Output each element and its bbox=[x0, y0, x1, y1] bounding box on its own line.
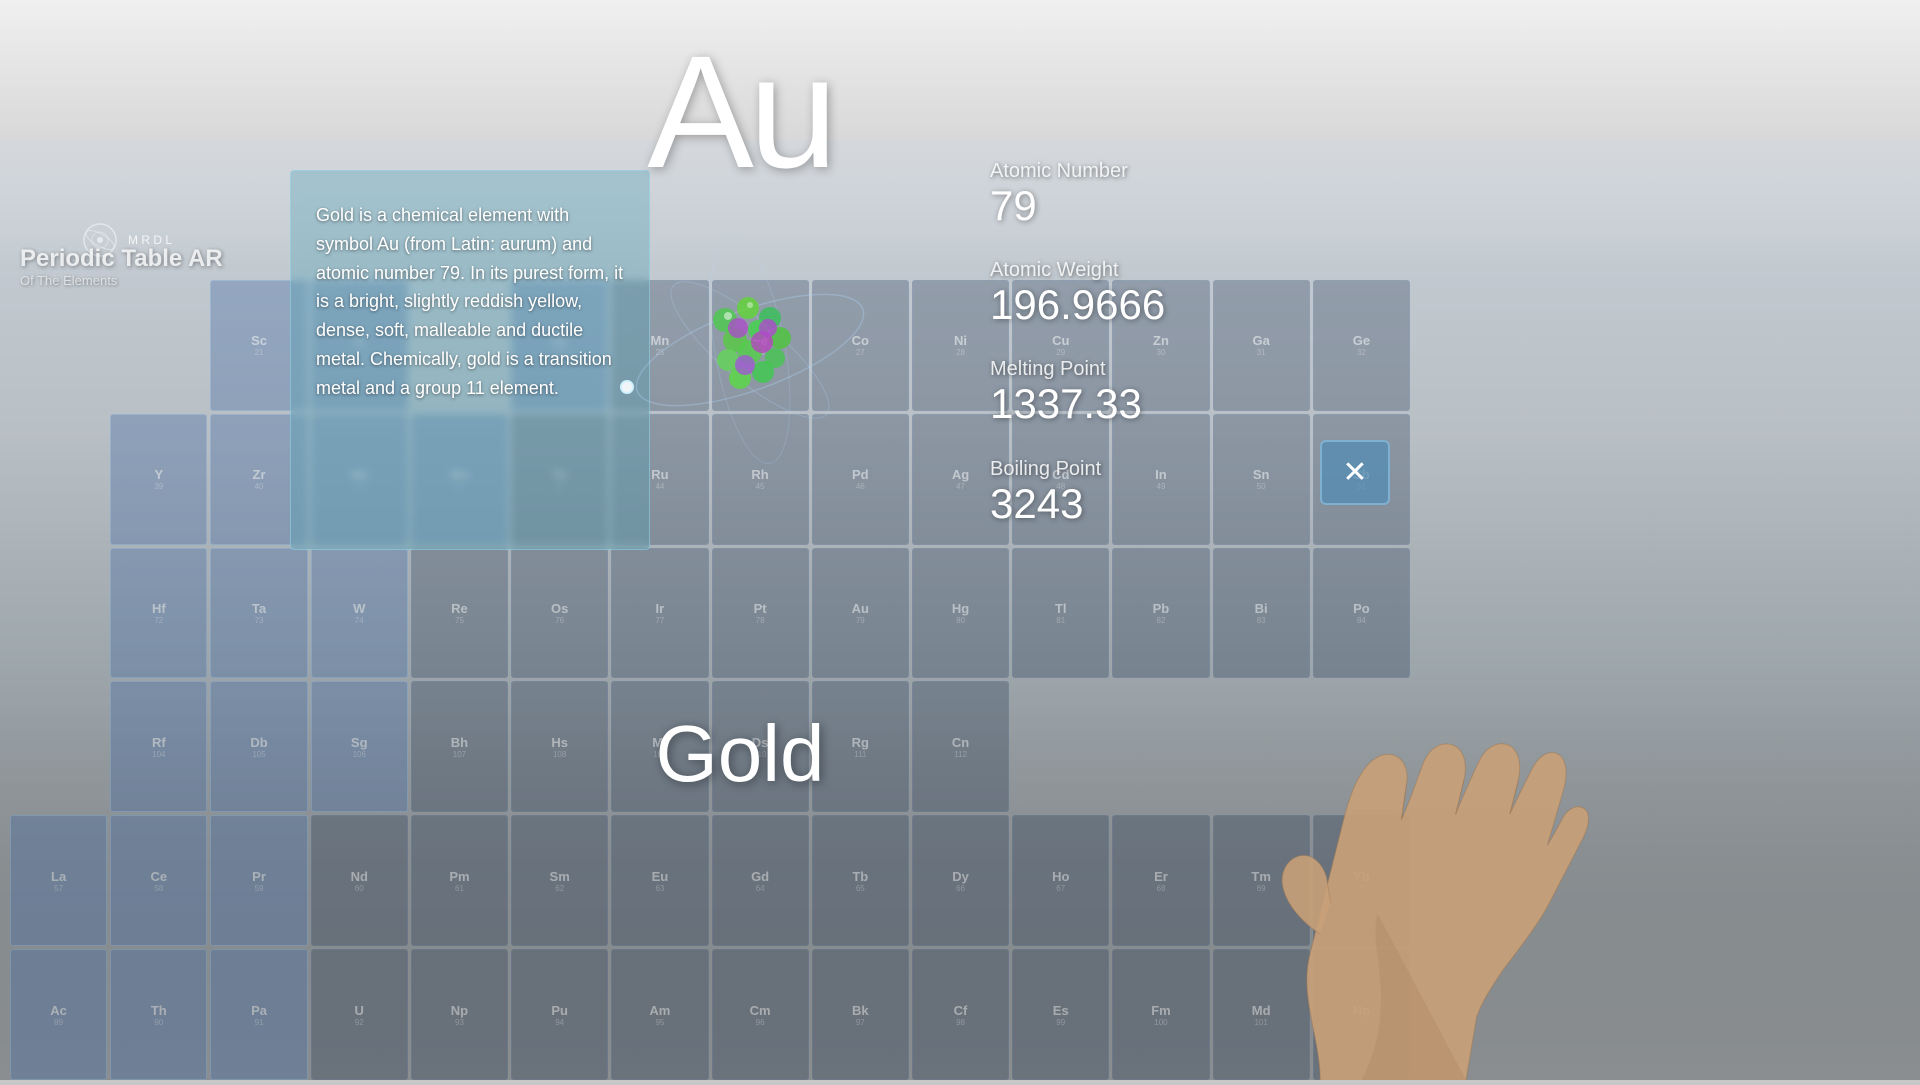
bg-cell: Th90 bbox=[110, 949, 207, 1080]
bg-cell: Hf72 bbox=[110, 548, 207, 679]
description-panel: Gold is a chemical element with symbol A… bbox=[290, 170, 650, 550]
bg-cell: Pm61 bbox=[411, 815, 508, 946]
periodic-table-title: Periodic Table AR bbox=[20, 245, 223, 273]
bg-cell: Er68 bbox=[1112, 815, 1209, 946]
boiling-point-stat: Boiling Point 3243 bbox=[990, 458, 1270, 527]
bg-cell: Hs108 bbox=[511, 681, 608, 812]
bg-cell bbox=[10, 681, 107, 812]
ar-overlay: Au Gold is a chemical element with symbo… bbox=[290, 100, 1190, 600]
bg-cell: Cf98 bbox=[912, 949, 1009, 1080]
orbital-svg bbox=[620, 220, 880, 480]
bg-cell: Ac89 bbox=[10, 949, 107, 1080]
boiling-point-label: Boiling Point bbox=[990, 458, 1270, 481]
atom-model bbox=[640, 240, 890, 490]
bg-cell: Y39 bbox=[110, 414, 207, 545]
bg-cell: Fm100 bbox=[1112, 949, 1209, 1080]
melting-point-stat: Melting Point 1337.33 bbox=[990, 358, 1270, 427]
bg-cell: Eu63 bbox=[611, 815, 708, 946]
bg-cell: La57 bbox=[10, 815, 107, 946]
bg-cell bbox=[110, 280, 207, 411]
hand-svg bbox=[1240, 580, 1640, 1080]
bg-cell bbox=[10, 548, 107, 679]
element-name: Gold bbox=[656, 708, 825, 800]
element-symbol: Au bbox=[647, 20, 833, 204]
atomic-number-stat: Atomic Number 79 bbox=[990, 160, 1270, 229]
bg-cell bbox=[10, 414, 107, 545]
bg-cell: Db105 bbox=[210, 681, 307, 812]
bg-cell: Cm96 bbox=[712, 949, 809, 1080]
element-description: Gold is a chemical element with symbol A… bbox=[316, 201, 624, 403]
bg-cell: Np93 bbox=[411, 949, 508, 1080]
melting-point-label: Melting Point bbox=[990, 358, 1270, 381]
atomic-weight-label: Atomic Weight bbox=[990, 259, 1270, 282]
stats-panel: Atomic Number 79 Atomic Weight 196.9666 … bbox=[990, 160, 1270, 557]
bg-cell: Bk97 bbox=[812, 949, 909, 1080]
melting-point-value: 1337.33 bbox=[990, 381, 1270, 427]
bg-cell: Bh107 bbox=[411, 681, 508, 812]
boiling-point-value: 3243 bbox=[990, 481, 1270, 527]
bg-cell bbox=[1012, 681, 1109, 812]
periodic-table-header: Periodic Table AR Of The Elements bbox=[20, 245, 223, 288]
bg-cell: Sm62 bbox=[511, 815, 608, 946]
atomic-number-value: 79 bbox=[990, 183, 1270, 229]
bg-cell: Ce58 bbox=[110, 815, 207, 946]
bg-cell: Pr59 bbox=[210, 815, 307, 946]
bg-cell: Gd64 bbox=[712, 815, 809, 946]
bg-cell: Es99 bbox=[1012, 949, 1109, 1080]
bg-cell: U92 bbox=[311, 949, 408, 1080]
hand-overlay bbox=[1240, 580, 1640, 1080]
bg-cell: Dy66 bbox=[912, 815, 1009, 946]
atomic-weight-value: 196.9666 bbox=[990, 282, 1270, 328]
periodic-table-subtitle: Of The Elements bbox=[20, 273, 223, 288]
bg-cell: Cn112 bbox=[912, 681, 1009, 812]
bg-cell: Ge32 bbox=[1313, 280, 1410, 411]
bg-cell: Tb65 bbox=[812, 815, 909, 946]
bg-cell: Rf104 bbox=[110, 681, 207, 812]
bg-cell: Sg106 bbox=[311, 681, 408, 812]
bg-cell: Nd60 bbox=[311, 815, 408, 946]
bg-cell: Pa91 bbox=[210, 949, 307, 1080]
bg-cell: Pu94 bbox=[511, 949, 608, 1080]
close-icon: ✕ bbox=[1342, 458, 1367, 488]
atomic-weight-stat: Atomic Weight 196.9666 bbox=[990, 259, 1270, 328]
bg-cell: Am95 bbox=[611, 949, 708, 1080]
bg-cell: Rg111 bbox=[812, 681, 909, 812]
bg-cell bbox=[1112, 681, 1209, 812]
bg-cell bbox=[10, 280, 107, 411]
bg-cell: Ho67 bbox=[1012, 815, 1109, 946]
atomic-number-label: Atomic Number bbox=[990, 160, 1270, 183]
close-button[interactable]: ✕ bbox=[1320, 440, 1390, 505]
